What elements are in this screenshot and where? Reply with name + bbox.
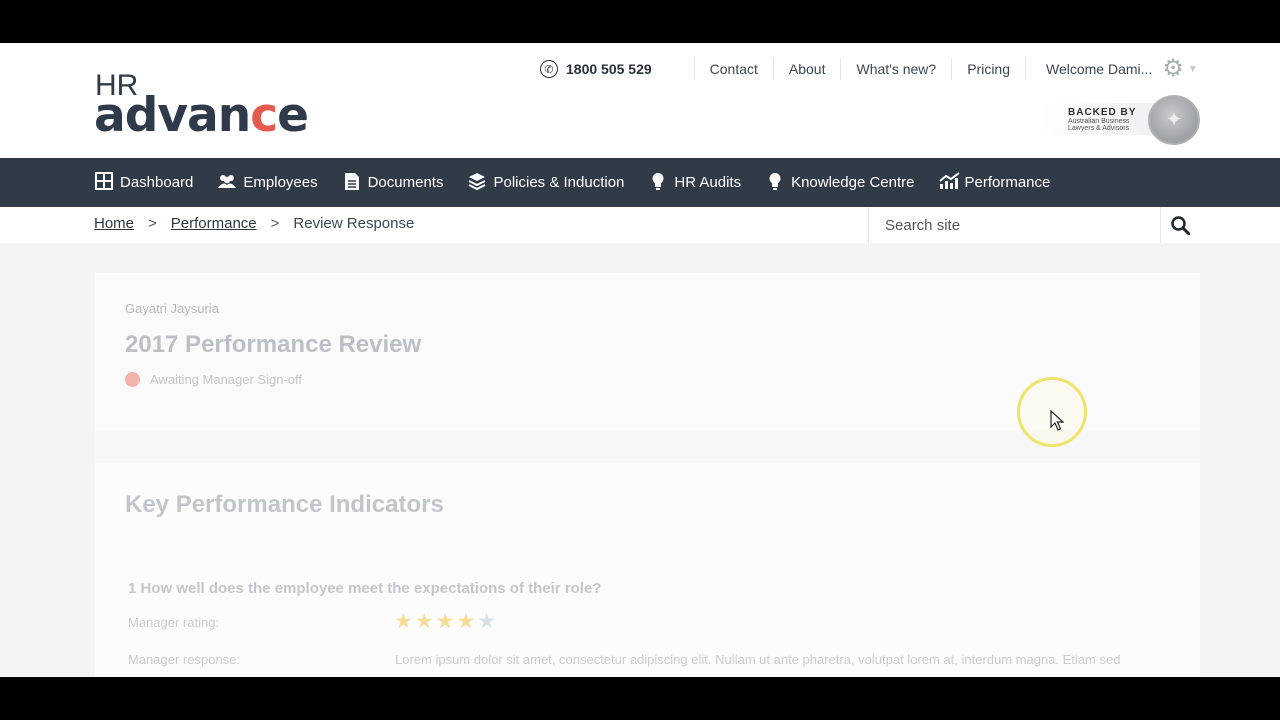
search-icon — [1171, 215, 1190, 235]
site-header: HR advance ✆ 1800 505 529 Contact About … — [0, 43, 1280, 158]
star-filled-icon: ★ — [456, 610, 476, 633]
nav-item-documents[interactable]: Documents — [342, 172, 443, 194]
status-dot-icon — [125, 372, 140, 387]
chart-icon — [938, 172, 960, 193]
nav-item-dashboard[interactable]: Dashboard — [94, 172, 193, 193]
seal-icon: ✦ — [1148, 95, 1200, 145]
app-viewport: HR advance ✆ 1800 505 529 Contact About … — [0, 43, 1280, 677]
manager-response-text: Lorem ipsum dolor sit amet, consectetur … — [395, 652, 1121, 667]
status-text: Awaiting Manager Sign-off — [150, 372, 303, 387]
document-icon — [342, 172, 362, 194]
manager-rating-label: Manager rating: — [128, 615, 220, 630]
nav-item-employees[interactable]: Employees — [217, 173, 318, 192]
mouse-pointer-icon — [1050, 410, 1064, 431]
manager-response-label: Manager response: — [128, 652, 241, 667]
star-empty-icon: ★ — [477, 610, 497, 633]
gear-icon[interactable]: ⚙ — [1162, 57, 1184, 81]
contact-link[interactable]: Contact — [693, 58, 773, 80]
chevron-down-icon[interactable]: ▼ — [1188, 64, 1198, 75]
star-filled-icon: ★ — [435, 610, 455, 633]
hr-advance-logo[interactable]: HR advance — [94, 71, 314, 140]
welcome-user-menu[interactable]: Welcome Dami... — [1025, 58, 1152, 80]
breadcrumb-performance-link[interactable]: Performance — [171, 215, 257, 232]
kpi-question-block: 1 How well does the employee meet the ex… — [95, 549, 1200, 677]
kpi-title: Key Performance Indicators — [125, 491, 444, 518]
kpi-question: 1 How well does the employee meet the ex… — [128, 580, 602, 597]
site-search — [868, 207, 1200, 243]
star-filled-icon: ★ — [394, 610, 413, 633]
breadcrumb-bar: Home > Performance > Review Response — [0, 207, 1280, 243]
nav-item-policies-induction[interactable]: Policies & Induction — [467, 172, 624, 193]
manager-rating-stars: ★ ★ ★ ★ ★ — [394, 609, 496, 634]
employee-name: Gayatri Jaysuria — [125, 301, 219, 316]
breadcrumb-home-link[interactable]: Home — [94, 215, 134, 232]
nav-item-knowledge-centre[interactable]: Knowledge Centre — [765, 172, 915, 194]
phone-number[interactable]: ✆ 1800 505 529 — [540, 60, 652, 78]
logo-advance-text: advance — [94, 88, 309, 143]
kpi-section-header: Key Performance Indicators — [95, 463, 1200, 549]
pricing-link[interactable]: Pricing — [951, 58, 1025, 80]
about-link[interactable]: About — [772, 58, 841, 80]
backed-by-badge: BACKED BY Australian Business Lawyers & … — [1040, 95, 1200, 145]
dashboard-icon — [94, 172, 114, 193]
status-badge: Awaiting Manager Sign-off — [125, 372, 302, 387]
employees-icon — [217, 173, 237, 192]
badge-subtitle: Australian Business Lawyers & Advisors — [1068, 118, 1130, 132]
star-filled-icon: ★ — [414, 610, 434, 633]
lightbulb-icon — [765, 172, 785, 194]
breadcrumb-separator: > — [148, 215, 157, 232]
phone-icon: ✆ — [540, 60, 558, 78]
breadcrumb: Home > Performance > Review Response — [94, 215, 414, 232]
layers-icon — [467, 172, 487, 193]
lightbulb-icon — [648, 172, 668, 194]
search-input[interactable] — [869, 207, 1161, 243]
whats-new-link[interactable]: What's new? — [840, 58, 951, 80]
nav-item-performance[interactable]: Performance — [938, 172, 1050, 193]
main-navigation: Dashboard Employees Documents Policies &… — [0, 158, 1280, 207]
review-title: 2017 Performance Review — [125, 331, 422, 358]
nav-item-hr-audits[interactable]: HR Audits — [648, 172, 741, 194]
search-button[interactable] — [1160, 207, 1200, 243]
top-utility-bar: ✆ 1800 505 529 Contact About What's new?… — [540, 57, 1198, 81]
badge-title: BACKED BY — [1068, 107, 1137, 118]
breadcrumb-current: Review Response — [293, 215, 415, 232]
breadcrumb-separator: > — [270, 215, 280, 232]
